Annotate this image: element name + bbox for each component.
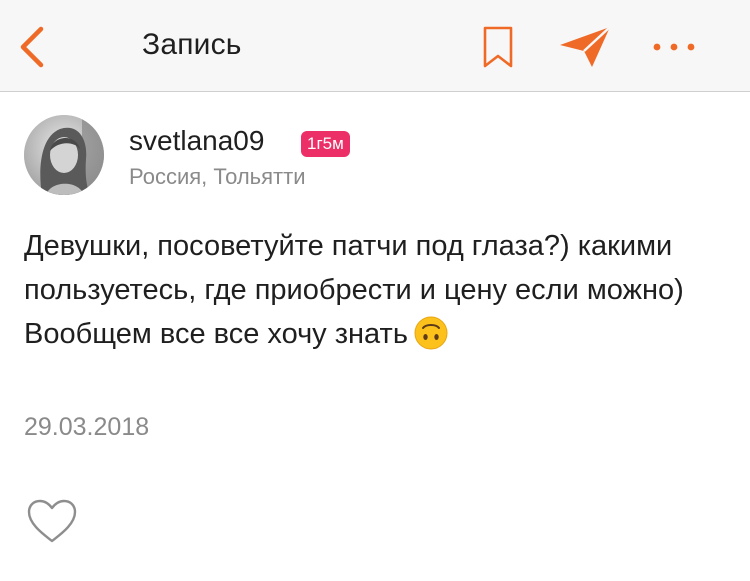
author-username[interactable]: svetlana09 [129, 125, 264, 157]
author-location: Россия, Тольятти [129, 164, 306, 189]
back-button[interactable] [10, 22, 54, 72]
top-navigation-bar: Запись [0, 0, 750, 92]
bookmark-icon [483, 26, 513, 68]
post-body: Девушки, посоветуйте патчи под глаза?) к… [24, 224, 724, 363]
bookmark-button[interactable] [478, 22, 518, 72]
post-text: Девушки, посоветуйте патчи под глаза?) к… [24, 230, 684, 350]
like-button[interactable] [24, 496, 80, 546]
avatar-photo [24, 115, 104, 195]
heart-outline-icon [27, 499, 77, 543]
paper-plane-icon [560, 26, 611, 67]
post-date: 29.03.2018 [24, 413, 150, 441]
page-title: Запись [142, 28, 242, 61]
upside-down-face-emoji [414, 316, 448, 363]
membership-badge: 1г5м [301, 131, 350, 157]
more-options-button[interactable] [648, 32, 700, 62]
more-dots-icon [653, 43, 695, 51]
author-avatar[interactable] [24, 115, 104, 195]
share-button[interactable] [556, 22, 614, 72]
chevron-left-icon [20, 26, 44, 68]
